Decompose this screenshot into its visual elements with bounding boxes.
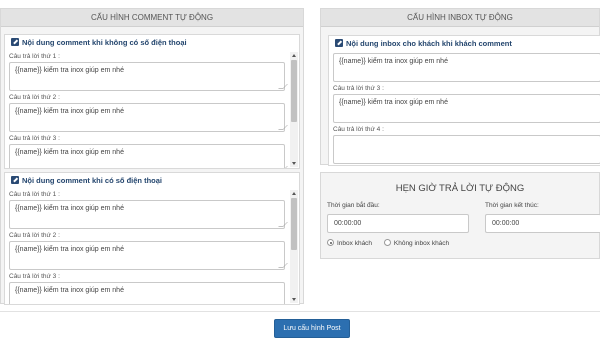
reply-item: Câu trả lời thứ 2 : {{name}} kiểm tra in…: [5, 93, 289, 132]
start-time-label: Thời gian bắt đầu:: [327, 202, 380, 209]
reply-textarea[interactable]: {{name}} kiểm tra inox giúp em nhé: [9, 62, 288, 91]
scrollbar-thumb[interactable]: [291, 60, 297, 122]
reply-item: Câu trả lời thứ 1 : {{name}} kiểm tra in…: [5, 190, 289, 229]
comment-no-phone-title-row: Nội dung comment khi không có số điện th…: [5, 35, 299, 51]
footer-divider: [0, 311, 600, 312]
reply-item: Câu trả lời thứ 3 : {{name}} kiểm tra in…: [5, 272, 289, 304]
reply-text: {{name}} kiểm tra inox giúp em nhé: [15, 246, 124, 253]
reply-textarea[interactable]: {{name}} kiểm tra inox giúp em nhé: [9, 200, 288, 229]
reply-textarea[interactable]: {{name}} kiểm tra inox giúp em nhé: [9, 144, 288, 168]
reply-text: {{name}} kiểm tra inox giúp em nhé: [15, 149, 124, 156]
reply-text: {{name}} kiểm tra inox giúp em nhé: [15, 108, 124, 115]
inbox-option-yes-label: Inbox khách: [337, 240, 373, 247]
reply-item: Câu trả lời thứ 2 : {{name}} kiểm tra in…: [5, 231, 289, 270]
reply-item: Câu trả lời thứ 4 :: [329, 125, 600, 164]
schedule-panel: HẸN GIỜ TRẢ LỜI TỰ ĐỘNG Thời gian bắt đầ…: [320, 172, 600, 259]
reply-textarea[interactable]: [333, 135, 600, 164]
reply-label: Câu trả lời thứ 1 :: [9, 53, 60, 60]
comment-with-phone-title: Nội dung comment khi có số điện thoại: [22, 176, 163, 185]
reply-label: Câu trả lời thứ 2 :: [9, 94, 60, 101]
start-time-input[interactable]: 00:00:00: [327, 214, 469, 233]
comment-no-phone-title: Nội dung comment khi không có số điện th…: [22, 38, 187, 47]
comment-no-phone-box: Nội dung comment khi không có số điện th…: [4, 34, 300, 169]
edit-icon: [335, 39, 343, 47]
reply-text: {{name}} kiểm tra inox giúp em nhé: [339, 99, 448, 106]
scrollbar[interactable]: [290, 52, 298, 167]
inbox-commenter-box: Nội dung inbox cho khách khi khách comme…: [328, 35, 600, 166]
reply-item: Câu trả lời thứ 3 : {{name}} kiểm tra in…: [5, 134, 289, 168]
end-time-input[interactable]: 00:00:00: [485, 214, 600, 233]
reply-label: Câu trả lời thứ 4 :: [333, 126, 384, 133]
scrollbar[interactable]: [290, 190, 298, 303]
inbox-config-panel: CẤU HÌNH INBOX TỰ ĐỘNG Nội dung inbox ch…: [320, 8, 600, 166]
reply-textarea[interactable]: {{name}} kiểm tra inox giúp em nhé: [333, 94, 600, 123]
scroll-down-icon[interactable]: [292, 298, 296, 301]
reply-textarea[interactable]: {{name}} kiểm tra inox giúp em nhé: [9, 103, 288, 132]
resize-grip-icon[interactable]: [278, 84, 288, 89]
reply-item: Câu trả lời thứ 3 : {{name}} kiểm tra in…: [329, 84, 600, 123]
reply-textarea[interactable]: {{name}} kiểm tra inox giúp em nhé: [9, 282, 285, 304]
scroll-up-icon[interactable]: [292, 54, 296, 57]
comment-with-phone-title-row: Nội dung comment khi có số điện thoại: [5, 173, 299, 189]
end-time-label: Thời gian kết thúc:: [485, 202, 539, 209]
inbox-option-group: Inbox khách Không inbox khách: [327, 239, 459, 247]
inbox-commenter-title-row: Nội dung inbox cho khách khi khách comme…: [329, 36, 600, 52]
reply-label: Câu trả lời thứ 2 :: [9, 232, 60, 239]
inbox-option-no-label: Không inbox khách: [393, 240, 450, 247]
scroll-up-icon[interactable]: [292, 192, 296, 195]
resize-grip-icon[interactable]: [278, 263, 288, 268]
reply-label: Câu trả lời thứ 3 :: [9, 273, 60, 280]
reply-label: Câu trả lời thứ 1 :: [9, 191, 60, 198]
resize-grip-icon[interactable]: [278, 222, 288, 227]
reply-item: {{name}} kiểm tra inox giúp em nhé: [329, 53, 600, 82]
reply-text: {{name}} kiểm tra inox giúp em nhé: [339, 58, 448, 65]
inbox-commenter-title: Nội dung inbox cho khách khi khách comme…: [346, 39, 512, 48]
reply-label: Câu trả lời thứ 3 :: [9, 135, 60, 142]
comment-config-panel: CẤU HÌNH COMMENT TỰ ĐỘNG Nội dung commen…: [0, 8, 304, 305]
inbox-option-yes[interactable]: Inbox khách: [327, 239, 372, 247]
radio-unchecked-icon[interactable]: [383, 239, 391, 246]
reply-item: Câu trả lời thứ 1 : {{name}} kiểm tra in…: [5, 52, 289, 91]
comment-with-phone-replies[interactable]: Câu trả lời thứ 1 : {{name}} kiểm tra in…: [5, 189, 289, 304]
reply-label: Câu trả lời thứ 3 :: [333, 85, 384, 92]
reply-text: {{name}} kiểm tra inox giúp em nhé: [15, 205, 124, 212]
inbox-option-no[interactable]: Không inbox khách: [383, 239, 450, 247]
reply-text: {{name}} kiểm tra inox giúp em nhé: [15, 67, 124, 74]
inbox-replies[interactable]: {{name}} kiểm tra inox giúp em nhé Câu t…: [329, 52, 600, 165]
comment-with-phone-box: Nội dung comment khi có số điện thoại Câ…: [4, 172, 300, 305]
inbox-config-header: CẤU HÌNH INBOX TỰ ĐỘNG: [321, 9, 599, 27]
edit-icon: [11, 176, 19, 184]
schedule-title: HẸN GIỜ TRẢ LỜI TỰ ĐỘNG: [395, 183, 525, 194]
resize-grip-icon[interactable]: [278, 125, 288, 130]
comment-no-phone-replies[interactable]: Câu trả lời thứ 1 : {{name}} kiểm tra in…: [5, 51, 289, 168]
comment-config-header: CẤU HÌNH COMMENT TỰ ĐỘNG: [1, 9, 303, 27]
reply-text: {{name}} kiểm tra inox giúp em nhé: [15, 287, 124, 294]
edit-icon: [11, 38, 19, 46]
resize-grip-icon[interactable]: [278, 166, 288, 168]
scroll-down-icon[interactable]: [292, 162, 296, 165]
radio-checked-icon[interactable]: [327, 239, 334, 246]
reply-textarea[interactable]: {{name}} kiểm tra inox giúp em nhé: [9, 241, 288, 270]
save-post-config-button[interactable]: Lưu cấu hình Post: [274, 319, 350, 338]
reply-textarea[interactable]: {{name}} kiểm tra inox giúp em nhé: [333, 53, 600, 82]
scrollbar-thumb[interactable]: [291, 198, 297, 250]
